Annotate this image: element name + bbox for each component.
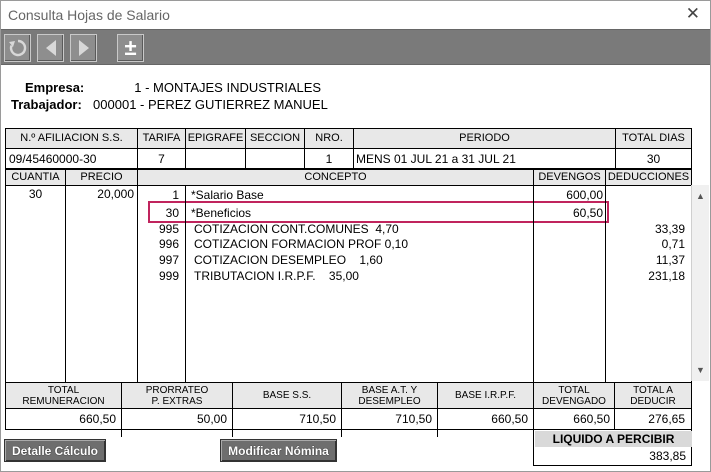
base-at-value: 710,50 <box>395 412 432 426</box>
liquido-label: LIQUIDO A PERCIBIR <box>535 431 692 447</box>
concept-code: 995 <box>158 222 179 236</box>
col-header-periodo: PERIODO <box>354 129 615 148</box>
grid-line <box>185 185 186 382</box>
prorrateo-label: PRORRATEO P. EXTRAS <box>122 383 232 408</box>
scroll-down-icon[interactable]: ▼ <box>696 365 705 375</box>
concept-code: 1 <box>172 188 179 202</box>
total-devengado-label: TOTAL DEVENGADO <box>534 383 614 408</box>
toolbar: ± <box>1 29 710 65</box>
concept-code: 999 <box>158 269 179 283</box>
trabajador-row: Trabajador: 000001 - PEREZ GUTIERREZ MAN… <box>11 97 328 112</box>
modificar-nomina-button[interactable]: Modificar Nómina <box>220 439 337 462</box>
nro-value: 1 <box>325 152 333 166</box>
trabajador-label: Trabajador: <box>11 97 82 112</box>
grid-line <box>5 128 692 129</box>
grid-line <box>533 465 692 466</box>
empresa-value: 1 - MONTAJES INDUSTRIALES <box>134 80 322 95</box>
detalle-calculo-button[interactable]: Detalle Cálculo <box>4 439 106 462</box>
total-devengado-value: 660,50 <box>573 412 610 426</box>
next-button[interactable] <box>70 34 97 62</box>
base-irpf-label: BASE I.R.P.F. <box>438 383 533 408</box>
grid-line <box>5 169 692 170</box>
empresa-row: Empresa: 1 - MONTAJES INDUSTRIALES <box>25 80 321 95</box>
concept-deduccion: 231,18 <box>648 269 685 283</box>
precio-value: 20,000 <box>97 187 134 201</box>
grid-line <box>5 185 692 186</box>
grid-line <box>304 128 305 168</box>
grid-line <box>605 169 606 382</box>
grid-line <box>245 128 246 168</box>
concept-deduccion: 0,71 <box>661 237 685 251</box>
concept-deduccion: 11,37 <box>655 253 685 267</box>
scroll-up-icon[interactable]: ▲ <box>696 191 705 201</box>
col-header-nro: NRO. <box>305 129 353 148</box>
plus-minus-icon: ± <box>124 35 137 60</box>
prorrateo-value: 50,00 <box>196 412 227 426</box>
base-ss-label: BASE S.S. <box>233 383 341 408</box>
col-header-epigrafe: EPIGRAFE <box>186 129 245 148</box>
periodo-value: MENS 01 JUL 21 a 31 JUL 21 <box>356 152 516 166</box>
total-remuneracion-label: TOTAL REMUNERACION <box>6 383 121 408</box>
grid-line <box>137 169 138 382</box>
col-header-deducciones: DEDUCCIONES <box>606 170 691 185</box>
window-title: Consulta Hojas de Salario <box>8 7 170 23</box>
col-header-concepto: CONCEPTO <box>138 170 533 185</box>
afiliacion-value: 09/45460000-30 <box>9 152 97 166</box>
close-icon[interactable]: ✕ <box>686 4 700 24</box>
col-header-devengos: DEVENGOS <box>534 170 605 185</box>
concept-devengo: 600,00 <box>566 188 603 202</box>
concept-label: COTIZACION FORMACION PROF 0,10 <box>194 237 409 251</box>
refresh-icon <box>8 39 26 57</box>
base-ss-value: 710,50 <box>299 412 336 426</box>
arrow-right-icon <box>78 40 89 56</box>
grid-line <box>691 128 692 168</box>
total-deducir-label: TOTAL A DEDUCIR <box>615 383 691 408</box>
concept-label: *Salario Base <box>191 188 264 202</box>
grid-line <box>65 169 66 382</box>
refresh-button[interactable] <box>4 34 31 62</box>
title-bar: Consulta Hojas de Salario ✕ <box>1 1 710 29</box>
col-header-cuantia: CUANTIA <box>6 170 65 185</box>
grid-line <box>533 169 534 382</box>
highlight-box <box>148 201 609 223</box>
base-irpf-value: 660,50 <box>491 412 528 426</box>
col-header-seccion: SECCION <box>246 129 304 148</box>
col-header-afiliacion: N.º AFILIACION S.S. <box>6 129 137 148</box>
total-deducir-value: 276,65 <box>648 412 685 426</box>
liquido-value: 383,85 <box>649 449 686 463</box>
grid-line <box>5 148 692 149</box>
total-dias-value: 30 <box>646 152 661 166</box>
grid-line <box>5 408 692 409</box>
grid-line <box>615 128 616 168</box>
base-at-label: BASE A.T. Y DESEMPLEO <box>342 383 437 408</box>
concept-label: COTIZACION DESEMPLEO 1,60 <box>194 253 383 267</box>
previous-button[interactable] <box>37 34 64 62</box>
grid-line <box>185 128 186 168</box>
grid-line <box>5 429 692 430</box>
trabajador-value: 000001 - PEREZ GUTIERREZ MANUEL <box>93 97 328 112</box>
tarifa-value: 7 <box>158 152 165 166</box>
concept-code: 997 <box>158 253 179 267</box>
col-header-tarifa: TARIFA <box>138 129 185 148</box>
concept-code: 996 <box>158 237 179 251</box>
salary-sheet-window: Consulta Hojas de Salario ✕ ± Empresa: 1… <box>0 0 711 472</box>
concept-label: COTIZACION CONT.COMUNES 4,70 <box>194 222 399 236</box>
grid-line <box>5 128 6 168</box>
cuantia-value: 30 <box>28 187 43 201</box>
total-remuneracion-value: 660,50 <box>79 412 116 426</box>
grid-line <box>5 169 6 382</box>
plus-minus-button[interactable]: ± <box>117 34 144 62</box>
concept-deduccion: 33,39 <box>654 222 685 236</box>
empresa-label: Empresa: <box>25 80 85 95</box>
col-header-total-dias: TOTAL DIAS <box>616 129 691 148</box>
grid-line <box>353 128 354 168</box>
col-header-precio: PRECIO <box>66 170 137 185</box>
vertical-scrollbar[interactable]: ▲ ▼ <box>691 185 709 381</box>
concept-label: TRIBUTACION I.R.P.F. 35,00 <box>194 269 359 283</box>
grid-line <box>137 128 138 168</box>
arrow-left-icon <box>45 40 56 56</box>
